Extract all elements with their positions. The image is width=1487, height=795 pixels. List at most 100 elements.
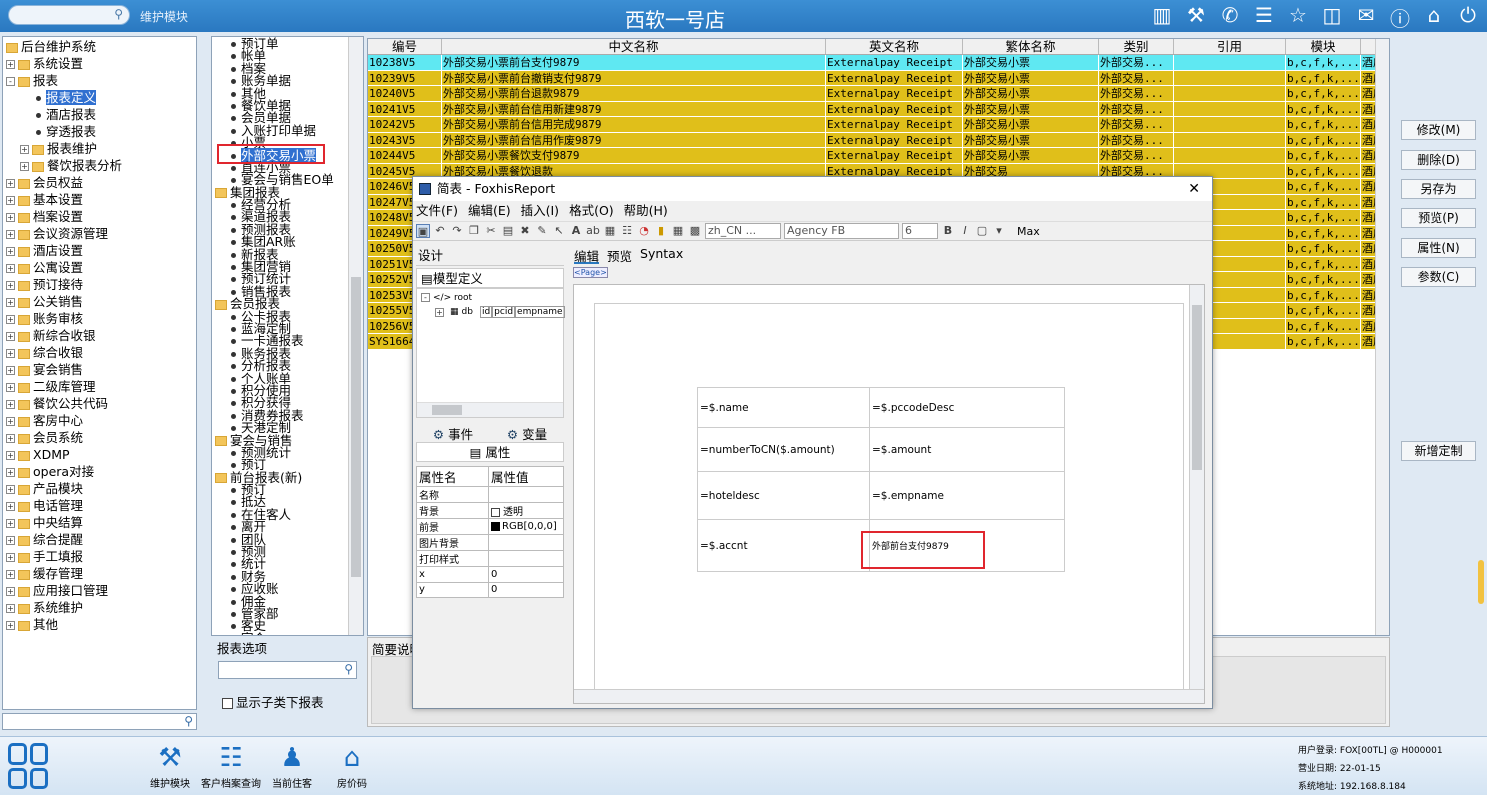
expand-icon[interactable]: + [6, 519, 15, 528]
tree-db[interactable]: + ▦ db id pcid empname [435, 306, 565, 318]
side-handle[interactable] [1478, 560, 1484, 604]
tree-item[interactable]: + 报表维护 [6, 140, 196, 157]
italic-icon[interactable]: I [958, 224, 972, 238]
report-tree-item[interactable]: 入账打印单据 [215, 124, 363, 137]
property-value[interactable]: 0 [491, 584, 497, 595]
mail-icon[interactable]: ✉ [1353, 3, 1379, 32]
expand-icon[interactable]: + [6, 451, 15, 460]
design-tab[interactable]: 设计 [416, 246, 564, 266]
grid-row[interactable]: 10241V5 外部交易小票前台信用新建9879 Externalpay Recei… [368, 101, 1389, 117]
editor-tab[interactable]: 编辑 [574, 246, 600, 264]
show-subcategory-checkbox[interactable]: 显示子类下报表 [222, 692, 324, 711]
tree-item[interactable]: + 餐饮公共代码 [6, 395, 196, 412]
expand-icon[interactable]: + [6, 60, 15, 69]
tree-item[interactable]: 报表定义 [6, 89, 196, 106]
expand-icon[interactable]: + [6, 383, 15, 392]
subreport-icon[interactable]: ▩ [688, 224, 702, 238]
dialog-menu-item[interactable]: 格式(O) [569, 201, 614, 221]
canvas-hscroll[interactable] [574, 689, 1204, 703]
expand-icon[interactable]: + [6, 230, 15, 239]
font-select[interactable]: Agency FB [784, 223, 899, 239]
chart-icon[interactable]: ◔ [637, 224, 651, 238]
tree-item[interactable]: + 新综合收银 [6, 327, 196, 344]
event-tab[interactable]: ⚙ 事件 [416, 424, 490, 442]
action-button[interactable]: 属性(N) [1401, 238, 1476, 258]
checkbox-icon[interactable] [222, 698, 233, 709]
left-search-input[interactable]: ⚲ [2, 713, 197, 730]
grid-column-header[interactable]: 类别 [1099, 39, 1174, 54]
tree-item[interactable]: + 基本设置 [6, 191, 196, 208]
report-tree-item[interactable]: 帐单 [215, 50, 363, 62]
tree-item[interactable]: + opera对接 [6, 463, 196, 480]
model-column[interactable]: pcid [492, 306, 516, 318]
tree-item[interactable]: + 缓存管理 [6, 565, 196, 582]
property-value[interactable]: 0 [491, 569, 497, 580]
tree-item[interactable]: + 档案设置 [6, 208, 196, 225]
menu-icon[interactable]: ☰ [1251, 3, 1277, 32]
expand-icon[interactable]: + [20, 145, 29, 154]
report-cell[interactable]: =$.empname [869, 471, 1065, 520]
expand-icon[interactable]: + [20, 162, 29, 171]
grid-row[interactable]: 10239V5 外部交易小票前台撤销支付9879 Externalpay Recei… [368, 70, 1389, 86]
expand-icon[interactable]: + [6, 281, 15, 290]
grid-row[interactable]: 10242V5 外部交易小票前台信用完成9879 Externalpay Recei… [368, 117, 1389, 133]
star-icon[interactable]: ☆ [1285, 3, 1311, 32]
expand-icon[interactable]: + [6, 264, 15, 273]
search-icon[interactable]: ⚲ [184, 714, 193, 728]
bold-icon[interactable]: B [941, 224, 955, 238]
expand-icon[interactable]: + [6, 604, 15, 613]
grid-column-header[interactable]: 模块 [1286, 39, 1361, 54]
property-row[interactable]: 名称 [416, 486, 564, 503]
expand-icon[interactable]: + [6, 179, 15, 188]
grid-column-header[interactable]: 中文名称 [442, 39, 826, 54]
grid-row[interactable]: 10238V5 外部交易小票前台支付9879 Externalpay Receipt… [368, 55, 1389, 71]
design-canvas[interactable]: =$.name =$.pccodeDesc =numberToCN($.amount… [573, 284, 1205, 704]
mid-tree-scrollbar[interactable] [348, 37, 363, 635]
expand-icon[interactable]: + [6, 468, 15, 477]
search-icon[interactable]: ⚲ [344, 662, 353, 676]
redo-icon[interactable]: ↷ [450, 224, 464, 238]
current-guest-button[interactable]: ♟ 当前住客 [270, 741, 314, 790]
report-tree-item[interactable]: 统计 [215, 558, 363, 570]
prop-tab[interactable]: ▤ 属性 [416, 442, 564, 462]
action-button[interactable]: 参数(C) [1401, 267, 1476, 287]
copy-icon[interactable]: ❐ [467, 224, 481, 238]
home-icon[interactable]: ⌂ [1421, 3, 1447, 32]
tree-item[interactable]: - 报表 [6, 72, 196, 89]
dialog-menu-item[interactable]: 帮助(H) [624, 201, 668, 221]
tree-item[interactable]: + 酒店设置 [6, 242, 196, 259]
tree-item[interactable]: + 二级库管理 [6, 378, 196, 395]
text-icon[interactable]: A [569, 224, 583, 238]
property-row[interactable]: 图片背景 [416, 534, 564, 551]
tree-item[interactable]: 后台维护系统 [6, 38, 196, 55]
report-cell[interactable]: =$.pccodeDesc [869, 387, 1065, 428]
expand-icon[interactable]: + [6, 349, 15, 358]
grid-column-header[interactable]: 编号 [368, 39, 442, 54]
tree-item[interactable]: + 公寓设置 [6, 259, 196, 276]
report-tree-item[interactable]: 团队 [215, 533, 363, 546]
action-button[interactable]: 预览(P) [1401, 208, 1476, 228]
report-options-search[interactable]: ⚲ [218, 661, 357, 679]
close-icon[interactable]: ✕ [1188, 177, 1200, 201]
tree-item[interactable]: + 会员系统 [6, 429, 196, 446]
tree-item[interactable]: + XDMP [6, 446, 196, 463]
checkbox-icon[interactable] [491, 507, 500, 517]
tree-item[interactable]: + 综合提醒 [6, 531, 196, 548]
editor-tab[interactable]: Syntax [640, 246, 683, 264]
property-value[interactable]: 透明 [503, 507, 523, 518]
expand-icon[interactable]: + [6, 553, 15, 562]
var-tab[interactable]: ⚙ 变量 [490, 424, 564, 442]
model-column[interactable]: id [479, 306, 493, 318]
tree-item[interactable]: + 综合收银 [6, 344, 196, 361]
property-row[interactable]: x0 [416, 566, 564, 583]
tree-item[interactable]: 穿透报表 [6, 123, 196, 140]
grid-row[interactable]: 10243V5 外部交易小票前台信用作废9879 Externalpay Recei… [368, 132, 1389, 148]
save-icon[interactable]: ▣ [416, 224, 430, 238]
shape-icon[interactable]: ▮ [654, 224, 668, 238]
expand-icon[interactable]: + [6, 587, 15, 596]
report-tree-item[interactable]: 应收账 [215, 582, 363, 595]
model-tree-hscroll[interactable] [417, 402, 563, 417]
tree-root[interactable]: - </> root [421, 293, 472, 303]
expand-icon[interactable]: + [6, 298, 15, 307]
report-tree-item[interactable]: 预测统计 [215, 446, 363, 459]
